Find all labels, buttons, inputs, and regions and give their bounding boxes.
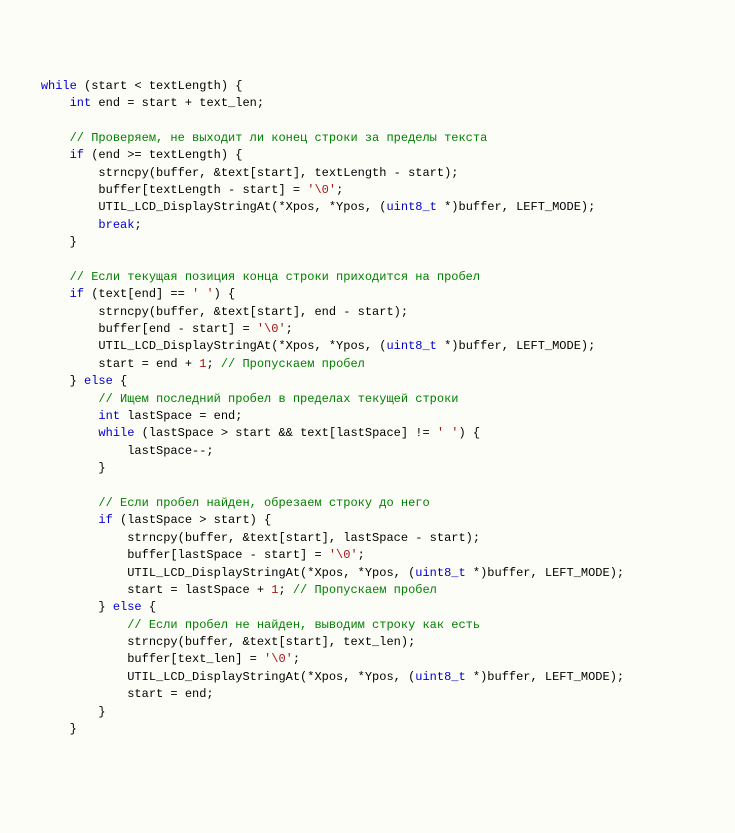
token-kw: if: [70, 148, 84, 162]
token-cm: // Если пробел найден, обрезаем строку д…: [98, 496, 429, 510]
token-st: ' ': [192, 287, 214, 301]
code-line: while (lastSpace > start && text[lastSpa…: [12, 425, 735, 442]
token-kw: else: [84, 374, 113, 388]
code-line: } else {: [12, 599, 735, 616]
token-ty: uint8_t: [386, 339, 436, 353]
token-cm: // Пропускаем пробел: [221, 357, 365, 371]
token-ty: int: [98, 409, 120, 423]
token-st: ' ': [437, 426, 459, 440]
code-line: start = end;: [12, 686, 735, 703]
code-line: }: [12, 704, 735, 721]
code-line: [12, 112, 735, 129]
token-kw: while: [41, 79, 77, 93]
code-line: strncpy(buffer, &text[start], textLength…: [12, 165, 735, 182]
code-line: UTIL_LCD_DisplayStringAt(*Xpos, *Ypos, (…: [12, 199, 735, 216]
token-st: '\0': [264, 652, 293, 666]
code-line: // Проверяем, не выходит ли конец строки…: [12, 130, 735, 147]
code-line: buffer[textLength - start] = '\0';: [12, 182, 735, 199]
token-kw: while: [98, 426, 134, 440]
code-line: }: [12, 721, 735, 738]
code-line: strncpy(buffer, &text[start], text_len);: [12, 634, 735, 651]
code-line: start = end + 1; // Пропускаем пробел: [12, 356, 735, 373]
code-line: }: [12, 234, 735, 251]
code-line: buffer[lastSpace - start] = '\0';: [12, 547, 735, 564]
token-cm: // Если текущая позиция конца строки при…: [70, 270, 480, 284]
token-ty: int: [70, 96, 92, 110]
token-cm: // Пропускаем пробел: [293, 583, 437, 597]
code-line: [12, 251, 735, 268]
code-line: }: [12, 460, 735, 477]
token-st: '\0': [257, 322, 286, 336]
token-ty: uint8_t: [415, 566, 465, 580]
token-cm: // Проверяем, не выходит ли конец строки…: [70, 131, 488, 145]
token-st: '\0': [307, 183, 336, 197]
code-line: // Если пробел найден, обрезаем строку д…: [12, 495, 735, 512]
code-line: buffer[end - start] = '\0';: [12, 321, 735, 338]
code-line: lastSpace--;: [12, 443, 735, 460]
code-line: } else {: [12, 373, 735, 390]
code-line: strncpy(buffer, &text[start], end - star…: [12, 304, 735, 321]
code-line: // Если пробел не найден, выводим строку…: [12, 617, 735, 634]
code-line: start = lastSpace + 1; // Пропускаем про…: [12, 582, 735, 599]
code-line: int end = start + text_len;: [12, 95, 735, 112]
token-nu: 1: [199, 357, 206, 371]
token-st: '\0': [329, 548, 358, 562]
code-line: // Ищем последний пробел в пределах теку…: [12, 391, 735, 408]
code-line: buffer[text_len] = '\0';: [12, 651, 735, 668]
token-ty: uint8_t: [386, 200, 436, 214]
code-line: UTIL_LCD_DisplayStringAt(*Xpos, *Ypos, (…: [12, 565, 735, 582]
code-line: strncpy(buffer, &text[start], lastSpace …: [12, 530, 735, 547]
code-line: break;: [12, 217, 735, 234]
code-line: UTIL_LCD_DisplayStringAt(*Xpos, *Ypos, (…: [12, 669, 735, 686]
code-line: UTIL_LCD_DisplayStringAt(*Xpos, *Ypos, (…: [12, 338, 735, 355]
token-nu: 1: [271, 583, 278, 597]
token-cm: // Ищем последний пробел в пределах теку…: [98, 392, 458, 406]
code-line: [12, 478, 735, 495]
code-line: if (end >= textLength) {: [12, 147, 735, 164]
code-line: if (lastSpace > start) {: [12, 512, 735, 529]
token-cm: // Если пробел не найден, выводим строку…: [127, 618, 480, 632]
token-kw: if: [98, 513, 112, 527]
token-kw: if: [70, 287, 84, 301]
code-block: while (start < textLength) { int end = s…: [12, 78, 735, 739]
token-kw: else: [113, 600, 142, 614]
code-line: if (text[end] == ' ') {: [12, 286, 735, 303]
code-line: int lastSpace = end;: [12, 408, 735, 425]
token-kw: break: [98, 218, 134, 232]
code-line: // Если текущая позиция конца строки при…: [12, 269, 735, 286]
code-line: while (start < textLength) {: [12, 78, 735, 95]
token-ty: uint8_t: [415, 670, 465, 684]
